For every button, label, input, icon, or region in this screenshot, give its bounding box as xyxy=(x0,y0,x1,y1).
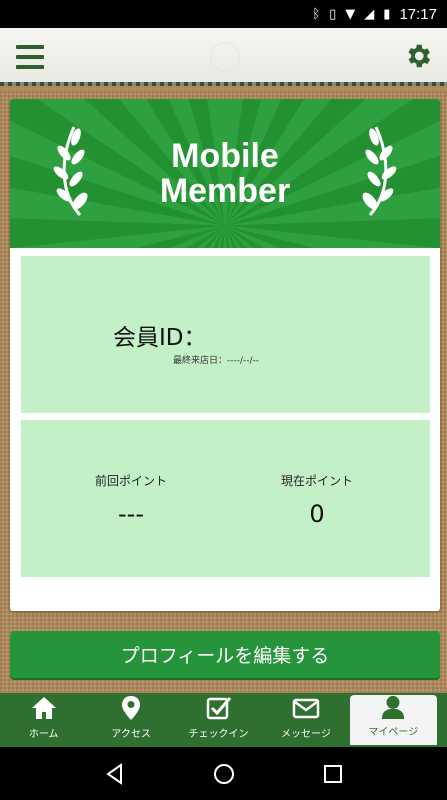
member-card: Mobile Member 会員ID： 最終来店日：----/--/-- 前回ポ… xyxy=(10,99,440,611)
wifi-icon: ▼ xyxy=(345,6,356,22)
mail-icon xyxy=(292,698,320,719)
signal-icon: ◢ xyxy=(364,6,375,22)
user-icon xyxy=(382,695,405,719)
logo xyxy=(210,42,240,72)
tab-message-label: メッセージ xyxy=(281,729,331,740)
previous-points-value: --- xyxy=(118,500,144,528)
hamburger-menu-icon[interactable] xyxy=(16,45,44,69)
tab-checkin-label: チェックイン xyxy=(188,729,249,740)
battery-icon: ▮ xyxy=(383,6,391,22)
banner-title: Mobile Member xyxy=(159,136,291,210)
home-icon xyxy=(31,697,56,719)
status-time: 17:17 xyxy=(399,5,437,23)
edit-profile-button[interactable]: プロフィールを編集する xyxy=(10,631,440,678)
member-id-panel: 会員ID： 最終来店日：----/--/-- xyxy=(21,256,430,413)
current-points-value: 0 xyxy=(309,500,325,528)
app-header xyxy=(0,28,447,86)
back-icon[interactable] xyxy=(103,762,127,786)
points-panel: 前回ポイント --- 現在ポイント 0 xyxy=(21,420,430,577)
current-points-label: 現在ポイント xyxy=(280,474,353,488)
laurel-left-icon xyxy=(53,126,88,217)
last-visit-date: 最終来店日：----/--/-- xyxy=(173,356,260,366)
tab-mypage[interactable]: マイページ xyxy=(349,695,438,745)
system-nav-bar xyxy=(0,747,447,800)
tab-checkin[interactable]: チェックイン xyxy=(175,693,262,747)
member-banner: Mobile Member xyxy=(10,99,440,248)
gear-icon[interactable] xyxy=(403,41,433,71)
tab-access-label: アクセス xyxy=(111,729,151,740)
bluetooth-icon: ᛒ xyxy=(312,6,321,22)
laurel-right-icon xyxy=(362,126,397,217)
checkbox-icon xyxy=(206,697,231,720)
vibrate-icon: ▯ xyxy=(329,6,337,22)
tab-message[interactable]: メッセージ xyxy=(262,693,349,747)
map-pin-icon xyxy=(122,696,141,720)
home-nav-icon[interactable] xyxy=(212,762,236,786)
bottom-tab-bar: ホーム アクセス チェックイン メッセージ マイページ xyxy=(0,693,447,747)
previous-points-label: 前回ポイント xyxy=(94,474,167,488)
tab-home-label: ホーム xyxy=(28,729,59,740)
tab-access[interactable]: アクセス xyxy=(87,693,174,747)
recents-icon[interactable] xyxy=(321,762,345,786)
member-id-label: 会員ID： xyxy=(113,325,207,351)
status-bar: ᛒ ▯ ▼ ◢ ▮ 17:17 xyxy=(0,0,447,28)
tab-mypage-label: マイページ xyxy=(368,727,419,738)
tab-home[interactable]: ホーム xyxy=(0,693,87,747)
